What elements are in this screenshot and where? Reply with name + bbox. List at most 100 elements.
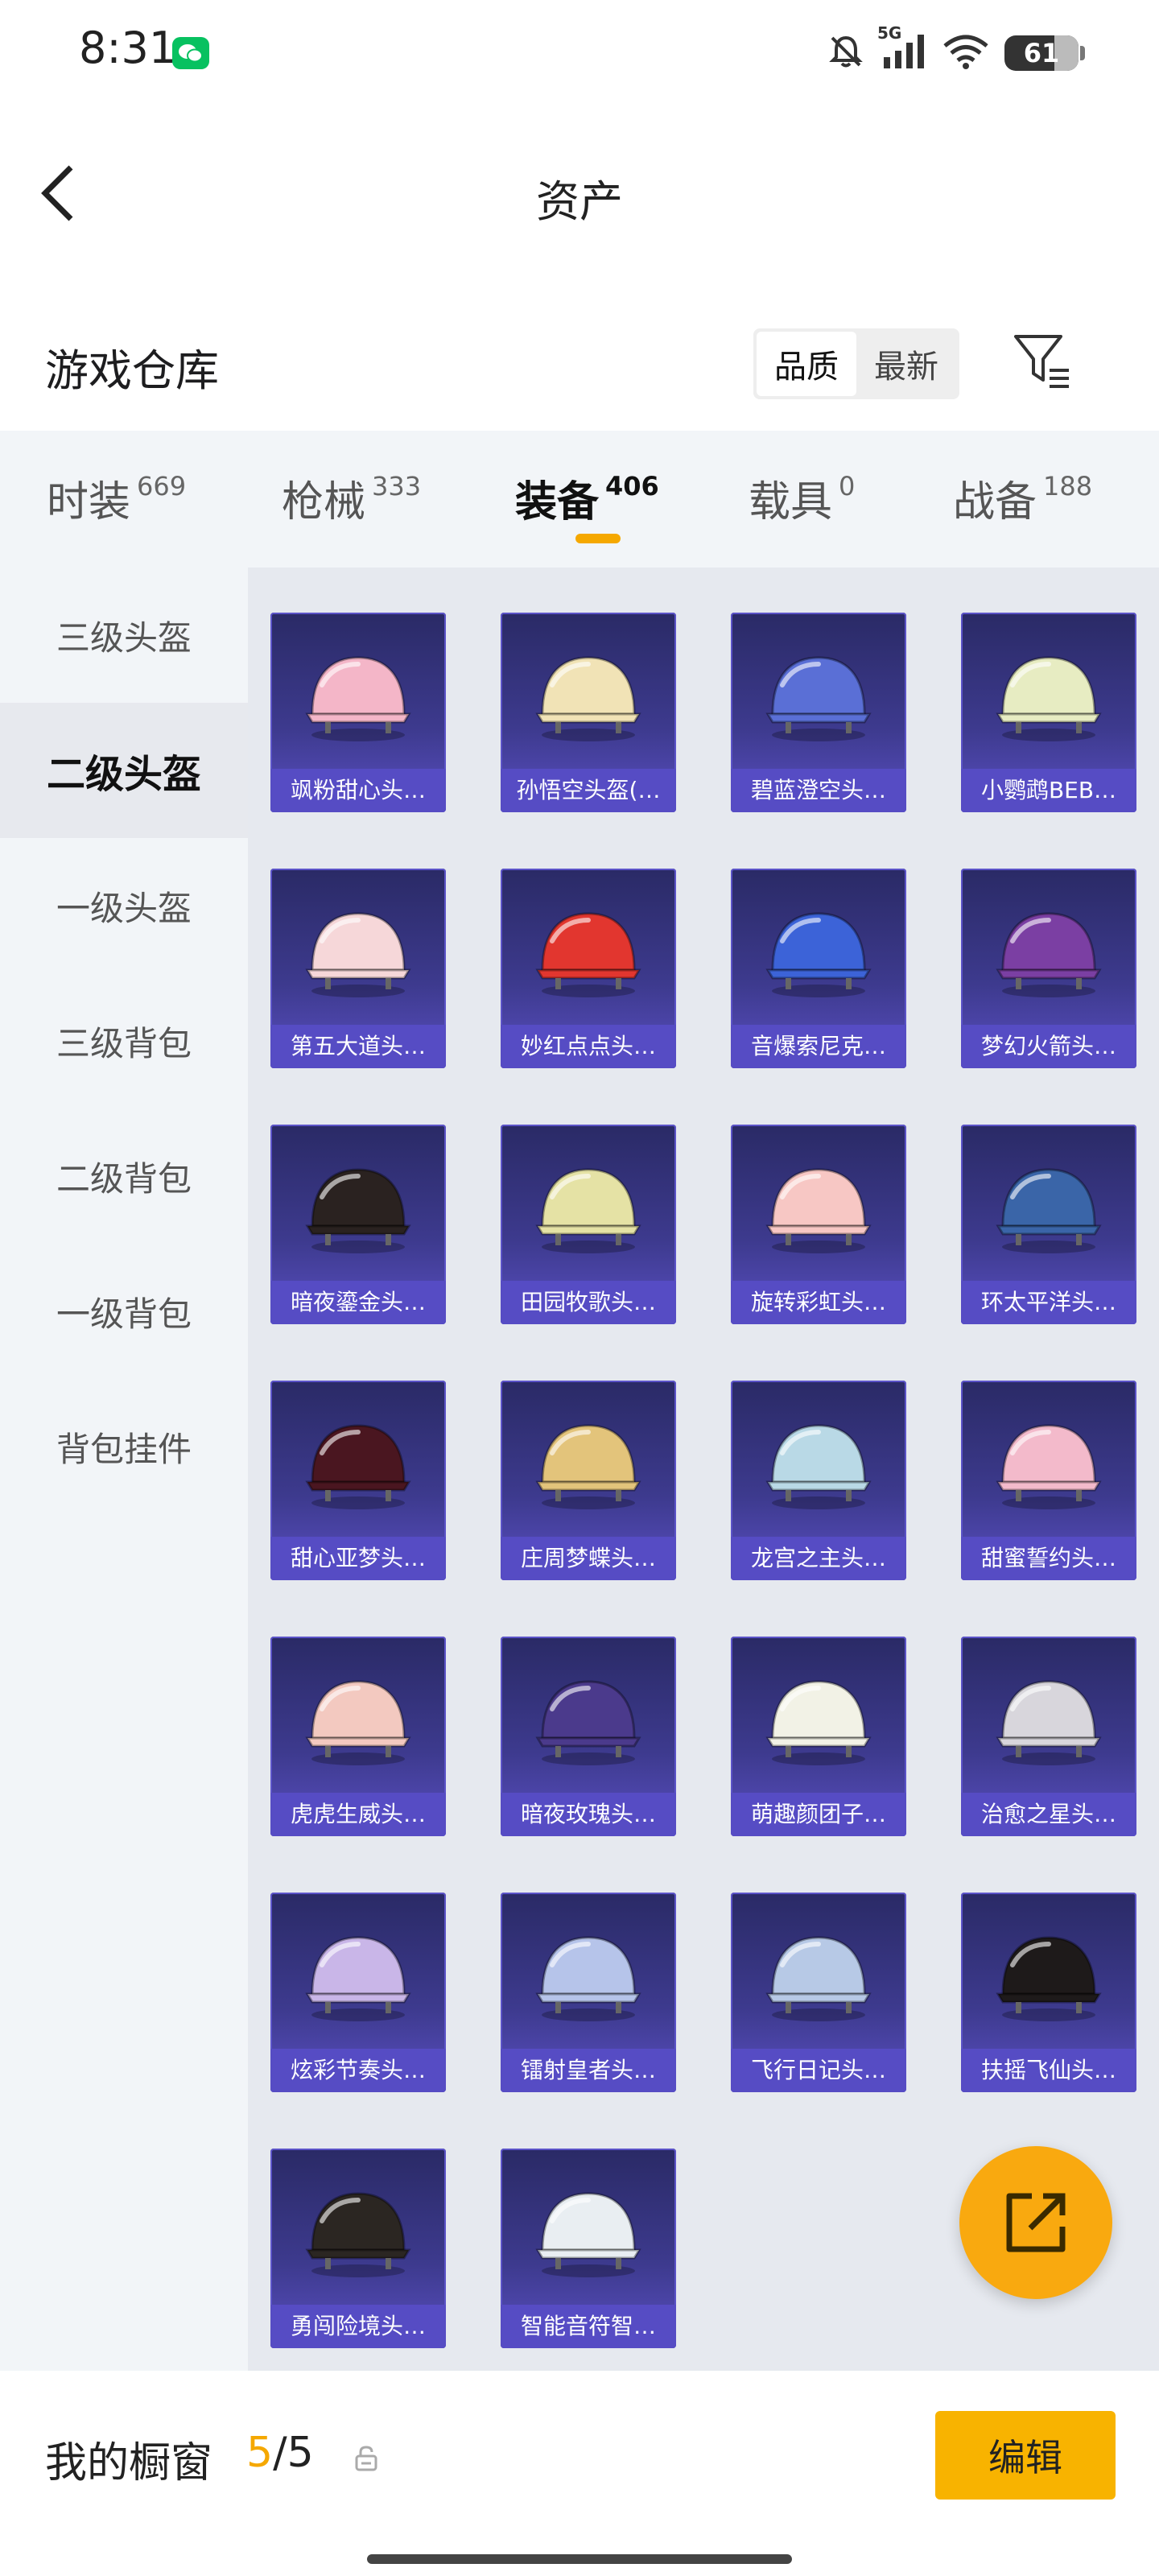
item-card[interactable]: 暗夜鎏金头… — [270, 1125, 446, 1324]
item-card[interactable]: 勇闯险境头… — [270, 2149, 446, 2348]
filter-button[interactable] — [1011, 330, 1075, 394]
helmet-icon — [535, 1680, 641, 1765]
item-name: 梦幻火箭头… — [980, 1033, 1116, 1059]
item-card[interactable]: 田园牧歌头… — [501, 1125, 676, 1324]
item-card[interactable]: 旋转彩虹头… — [731, 1125, 906, 1324]
item-name: 飒粉甜心头… — [290, 777, 426, 803]
item-name: 甜心亚梦头… — [290, 1545, 426, 1571]
item-name: 龙宫之主头… — [750, 1545, 886, 1571]
item-card[interactable]: 甜蜜誓约头… — [961, 1381, 1136, 1580]
item-card[interactable]: 孙悟空头盔(… — [501, 613, 676, 812]
item-card[interactable]: 第五大道头… — [270, 869, 446, 1068]
share-button[interactable] — [959, 2146, 1112, 2299]
item-card[interactable]: 智能音符智… — [501, 2149, 676, 2348]
sidebar-item-level1-helmet[interactable]: 一级头盔 — [0, 838, 248, 973]
item-name: 扶摇飞仙头… — [980, 2057, 1116, 2083]
item-name: 旋转彩虹头… — [750, 1289, 886, 1315]
item-card[interactable]: 环太平洋头… — [961, 1125, 1136, 1324]
item-card[interactable]: 妙红点点头… — [501, 869, 676, 1068]
item-card[interactable]: 甜心亚梦头… — [270, 1381, 446, 1580]
helmet-icon — [305, 1424, 411, 1509]
helmet-icon — [765, 1424, 872, 1509]
sort-toggle: 品质 最新 — [753, 328, 959, 399]
sidebar-item-level2-backpack[interactable]: 二级背包 — [0, 1108, 248, 1244]
item-card[interactable]: 龙宫之主头… — [731, 1381, 906, 1580]
sidebar-item-level3-helmet[interactable]: 三级头盔 — [0, 568, 248, 703]
item-card[interactable]: 庄周梦蝶头… — [501, 1381, 676, 1580]
battery-level: 61 — [1023, 38, 1060, 68]
showcase-count: 5/5 — [246, 2429, 314, 2477]
item-card[interactable]: 梦幻火箭头… — [961, 869, 1136, 1068]
item-name: 暗夜玫瑰头… — [520, 1801, 656, 1827]
item-card[interactable]: 虎虎生威头… — [270, 1637, 446, 1836]
helmet-icon — [305, 656, 411, 741]
item-name: 小鹦鹉BEB… — [980, 777, 1117, 803]
item-card[interactable]: 音爆索尼克… — [731, 869, 906, 1068]
helmet-icon — [305, 1680, 411, 1765]
network-type: 5G — [877, 23, 902, 43]
item-card[interactable]: 镭射皇者头… — [501, 1893, 676, 2092]
helmet-icon — [535, 2192, 641, 2277]
share-icon — [1006, 2193, 1066, 2252]
item-card[interactable]: 飞行日记头… — [731, 1893, 906, 2092]
item-name: 暗夜鎏金头… — [290, 1289, 426, 1315]
item-name: 萌趣颜团子… — [750, 1801, 886, 1827]
edit-button[interactable]: 编辑 — [935, 2411, 1116, 2500]
item-name: 勇闯险境头… — [290, 2313, 426, 2339]
sidebar-item-level2-helmet[interactable]: 二级头盔 — [0, 703, 248, 838]
active-tab-indicator — [575, 534, 621, 543]
item-card[interactable]: 扶摇飞仙头… — [961, 1893, 1136, 2092]
helmet-icon — [535, 912, 641, 997]
item-card[interactable]: 治愈之星头… — [961, 1637, 1136, 1836]
helmet-icon — [996, 912, 1102, 997]
status-bar: 8:31 5G 61 — [0, 0, 1159, 105]
item-name: 音爆索尼克… — [750, 1033, 886, 1059]
helmet-icon — [535, 1168, 641, 1253]
tab-fashion[interactable]: 时装 669 — [47, 468, 186, 528]
item-name: 妙红点点头… — [520, 1033, 656, 1059]
item-card[interactable]: 碧蓝澄空头… — [731, 613, 906, 812]
helmet-icon — [765, 1168, 872, 1253]
helmet-icon — [765, 656, 872, 741]
sort-newest-button[interactable]: 最新 — [856, 332, 956, 396]
tab-vehicles[interactable]: 载具 0 — [749, 468, 855, 528]
wifi-icon — [942, 33, 990, 73]
tab-count: 333 — [372, 471, 422, 502]
sidebar-item-level1-backpack[interactable]: 一级背包 — [0, 1244, 248, 1379]
page-title: 资产 — [536, 176, 623, 227]
helmet-icon — [765, 1936, 872, 2021]
tab-label: 装备 — [515, 478, 600, 526]
item-grid: 飒粉甜心头… 孙悟空头盔(… 碧蓝澄空头… 小鹦鹉BEB… 第五大道头… 妙红点点头… 音爆… — [248, 568, 1159, 2371]
tab-label: 战备 — [953, 478, 1037, 526]
item-card[interactable]: 暗夜玫瑰头… — [501, 1637, 676, 1836]
tab-weapons[interactable]: 枪械 333 — [282, 468, 421, 528]
helmet-icon — [996, 1680, 1102, 1765]
item-name: 庄周梦蝶头… — [520, 1545, 656, 1571]
helmet-icon — [535, 656, 641, 741]
sidebar-item-backpack-charm[interactable]: 背包挂件 — [0, 1379, 248, 1514]
status-icons: 5G 61 — [826, 23, 1085, 77]
item-card[interactable]: 萌趣颜团子… — [731, 1637, 906, 1836]
warehouse-header: 游戏仓库 品质 最新 — [0, 314, 1159, 427]
tab-label: 时装 — [47, 478, 131, 526]
item-card[interactable]: 飒粉甜心头… — [270, 613, 446, 812]
tab-equipment[interactable]: 装备 406 — [515, 468, 659, 528]
tab-label: 枪械 — [282, 478, 366, 526]
helmet-icon — [765, 912, 872, 997]
item-name: 炫彩节奏头… — [290, 2057, 426, 2083]
item-name: 碧蓝澄空头… — [750, 777, 886, 803]
category-tabs: 时装 669 枪械 333 装备 406 载具 0 战备 188 — [0, 431, 1159, 568]
sort-quality-button[interactable]: 品质 — [757, 332, 856, 396]
helmet-icon — [305, 1168, 411, 1253]
tab-label: 载具 — [749, 478, 833, 526]
item-name: 甜蜜誓约头… — [980, 1545, 1116, 1571]
tab-count: 0 — [839, 471, 856, 502]
item-name: 飞行日记头… — [750, 2057, 886, 2083]
item-card[interactable]: 小鹦鹉BEB… — [961, 613, 1136, 812]
item-card[interactable]: 炫彩节奏头… — [270, 1893, 446, 2092]
sidebar-item-level3-backpack[interactable]: 三级背包 — [0, 973, 248, 1108]
tab-supplies[interactable]: 战备 188 — [953, 468, 1092, 528]
item-name: 环太平洋头… — [980, 1289, 1116, 1315]
showcase-label: 我的橱窗 — [45, 2439, 213, 2487]
sub-category-sidebar: 三级头盔 二级头盔 一级头盔 三级背包 二级背包 一级背包 背包挂件 — [0, 568, 248, 2371]
